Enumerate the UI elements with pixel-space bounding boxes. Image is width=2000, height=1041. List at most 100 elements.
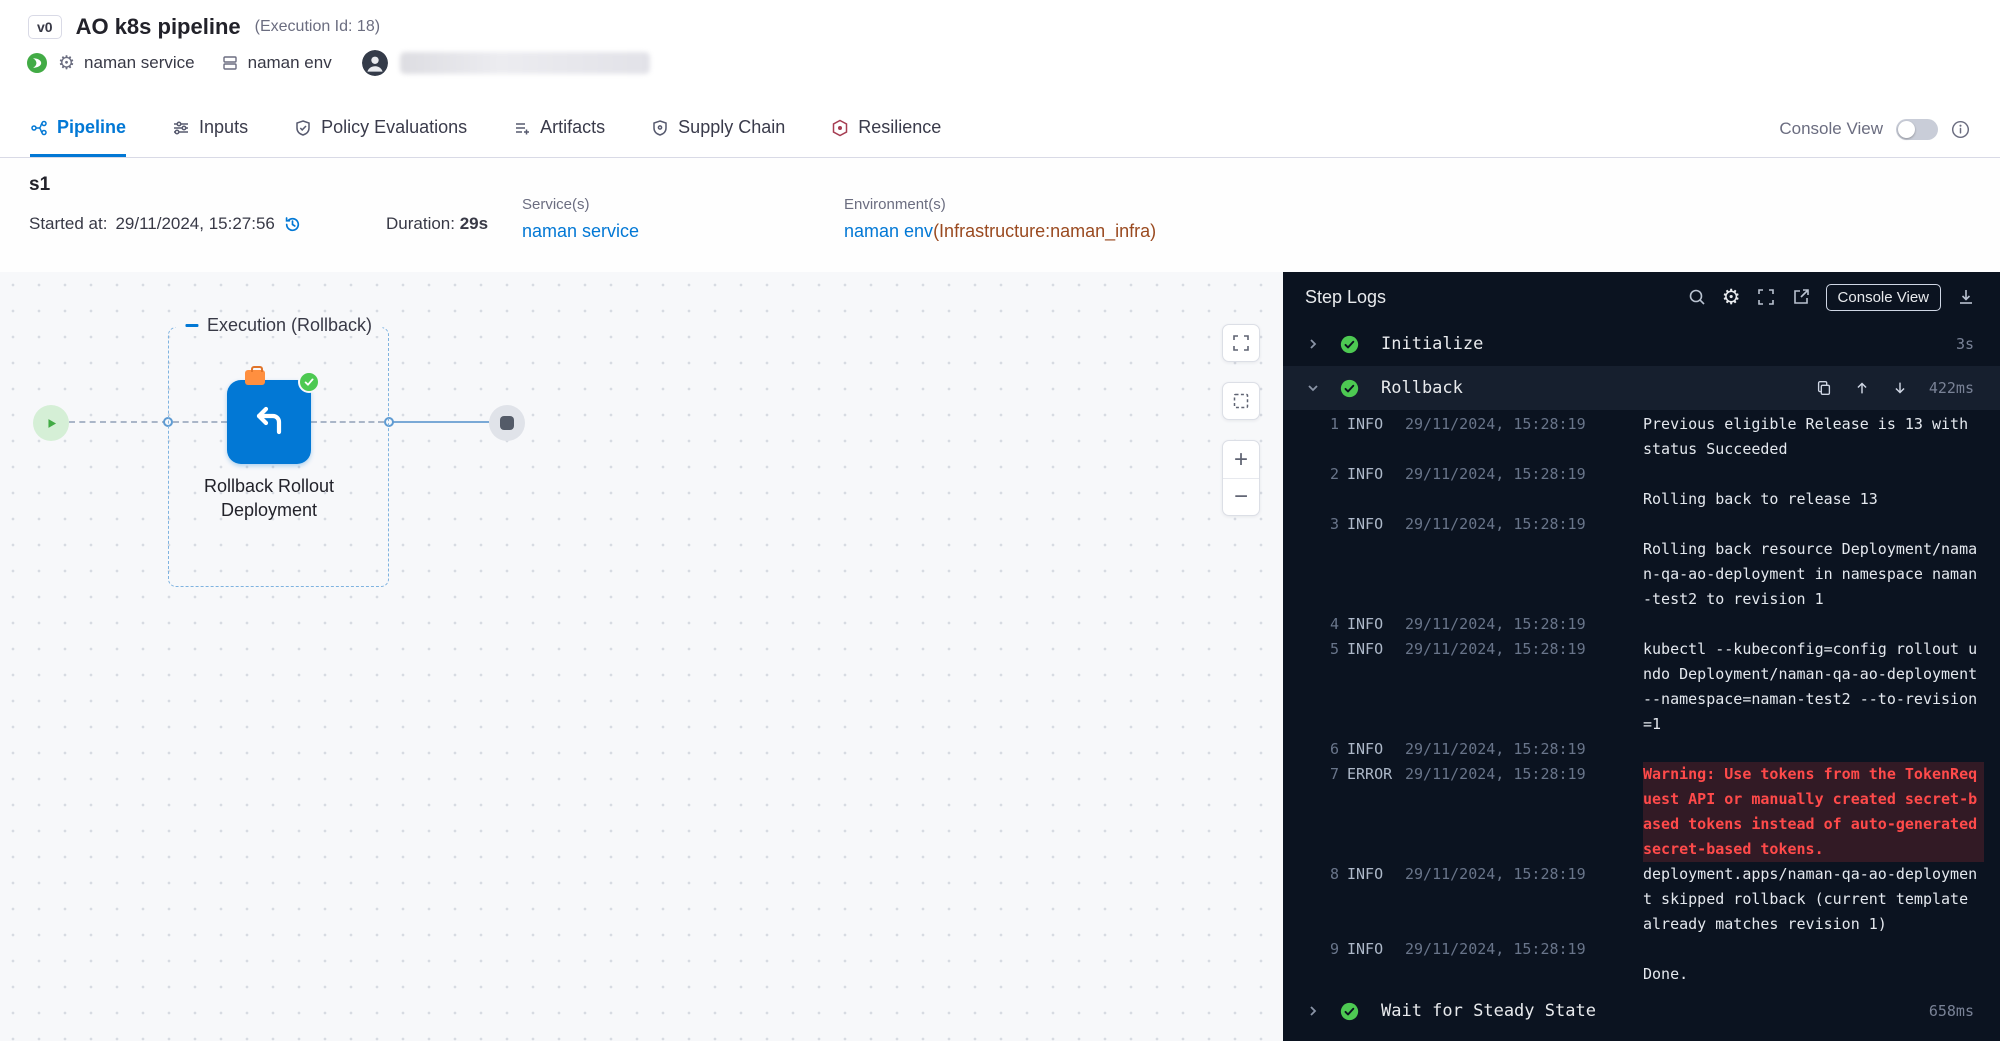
tab-label: Pipeline: [57, 117, 126, 138]
pipeline-icon: [30, 119, 48, 137]
duration-value: 29s: [460, 214, 488, 233]
tab-label: Policy Evaluations: [321, 117, 467, 138]
pipeline-settings-gear-icon[interactable]: ⚙: [58, 54, 75, 73]
environment-name: naman env: [248, 53, 332, 73]
log-message: Warning: Use tokens from the TokenReques…: [1643, 762, 1984, 862]
canvas-fullscreen-button[interactable]: [1222, 324, 1260, 362]
log-timestamp: 29/11/2024, 15:28:19: [1405, 862, 1635, 887]
zoom-out-button[interactable]: −: [1223, 478, 1259, 515]
chevron-down-icon[interactable]: [1305, 380, 1325, 396]
tab-label: Artifacts: [540, 117, 605, 138]
log-timestamp: 29/11/2024, 15:28:19: [1405, 512, 1635, 537]
log-line: 5INFO29/11/2024, 15:28:19kubectl --kubec…: [1283, 637, 2000, 737]
tab-label: Inputs: [199, 117, 248, 138]
collapse-group-icon[interactable]: [185, 324, 198, 327]
toggle-knob: [1898, 121, 1915, 138]
tab-artifacts[interactable]: Artifacts: [513, 101, 605, 157]
info-icon[interactable]: [1951, 120, 1970, 139]
step-label[interactable]: Rollback Rollout Deployment: [159, 474, 379, 523]
log-timestamp: 29/11/2024, 15:28:19: [1405, 612, 1635, 637]
section-duration: 3s: [1956, 335, 1974, 353]
log-level: INFO: [1347, 412, 1397, 437]
log-message: Rolling back resource Deployment/naman-q…: [1643, 512, 1984, 612]
log-settings-gear-icon[interactable]: ⚙: [1722, 287, 1741, 308]
connector-start-to-group: [69, 421, 168, 423]
environment-infra: (Infrastructure:naman_infra): [933, 221, 1156, 241]
log-line: 9INFO29/11/2024, 15:28:19 Done.: [1283, 937, 2000, 987]
section-name: Wait for Steady State: [1381, 1001, 1596, 1021]
success-check-icon: [1340, 379, 1359, 398]
console-view-toggle[interactable]: [1896, 119, 1938, 140]
history-icon[interactable]: [283, 215, 302, 234]
log-line-error: 7ERROR29/11/2024, 15:28:19Warning: Use t…: [1283, 762, 2000, 862]
log-message: Previous eligible Release is 13 with sta…: [1643, 412, 1984, 462]
log-line: 6INFO29/11/2024, 15:28:19: [1283, 737, 2000, 762]
services-label: Service(s): [522, 196, 639, 213]
duration: Duration: 29s: [386, 214, 488, 234]
user-avatar[interactable]: [362, 50, 388, 76]
log-section-wait-for-steady-state[interactable]: Wait for Steady State 658ms: [1283, 989, 2000, 1033]
log-section-rollback[interactable]: Rollback 422ms: [1283, 366, 2000, 410]
pipeline-canvas[interactable]: Execution (Rollback) Rollback Rollout De…: [0, 272, 1283, 1041]
log-message: Done.: [1643, 937, 1984, 987]
stage-info-bar: s1 Started at: 29/11/2024, 15:27:56 Dura…: [0, 158, 2000, 272]
environment-link[interactable]: naman env: [844, 221, 933, 241]
chevron-right-icon[interactable]: [1305, 1003, 1325, 1019]
open-in-new-icon[interactable]: [1791, 287, 1811, 307]
tab-inputs[interactable]: Inputs: [172, 101, 248, 157]
log-timestamp: 29/11/2024, 15:28:19: [1405, 412, 1635, 437]
tab-resilience[interactable]: Resilience: [831, 101, 941, 157]
policy-evaluations-icon: [294, 119, 312, 137]
tab-policy-evaluations[interactable]: Policy Evaluations: [294, 101, 467, 157]
zoom-controls: + −: [1222, 440, 1260, 516]
tab-pipeline[interactable]: Pipeline: [30, 101, 126, 157]
stage-name: s1: [29, 174, 50, 196]
section-name: Rollback: [1381, 378, 1463, 398]
rollback-arrow-icon: [245, 398, 293, 446]
download-logs-icon[interactable]: [1956, 287, 1976, 307]
pipeline-execution-page: v0 AO k8s pipeline (Execution Id: 18) ⚙ …: [0, 0, 2000, 1041]
log-line-number: 8: [1321, 862, 1339, 887]
canvas-marquee-select-button[interactable]: [1222, 382, 1260, 420]
console-view-button[interactable]: Console View: [1826, 284, 1941, 311]
step-logs-panel: Step Logs ⚙ Console View Ini: [1283, 272, 2000, 1041]
log-line: 1INFO29/11/2024, 15:28:19Previous eligib…: [1283, 412, 2000, 462]
log-line-number: 9: [1321, 937, 1339, 962]
rollback-step-node[interactable]: [227, 380, 311, 464]
log-panel-header: Step Logs ⚙ Console View: [1283, 272, 2000, 322]
log-timestamp: 29/11/2024, 15:28:19: [1405, 737, 1635, 762]
log-line: 8INFO29/11/2024, 15:28:19deployment.apps…: [1283, 862, 2000, 937]
marquee-select-icon: [1231, 391, 1251, 411]
page-title: AO k8s pipeline: [76, 14, 241, 40]
log-timestamp: 29/11/2024, 15:28:19: [1405, 637, 1635, 662]
log-line: 2INFO29/11/2024, 15:28:19 Rolling back t…: [1283, 462, 2000, 512]
supply-chain-icon: [651, 119, 669, 137]
copy-logs-icon[interactable]: [1815, 379, 1833, 397]
log-fullscreen-icon[interactable]: [1756, 287, 1776, 307]
connector-group-to-end: [389, 421, 489, 423]
start-node: [33, 405, 69, 441]
log-level: INFO: [1347, 862, 1397, 887]
log-section-initialize[interactable]: Initialize 3s: [1283, 322, 2000, 366]
log-line: 3INFO29/11/2024, 15:28:19 Rolling back r…: [1283, 512, 2000, 612]
log-line-number: 7: [1321, 762, 1339, 787]
scroll-to-bottom-icon[interactable]: [1891, 379, 1909, 397]
service-link[interactable]: naman service: [522, 221, 639, 242]
tab-supply-chain[interactable]: Supply Chain: [651, 101, 785, 157]
end-node: [489, 405, 525, 441]
section-duration: 422ms: [1929, 379, 1974, 397]
tab-label: Resilience: [858, 117, 941, 138]
log-level: INFO: [1347, 612, 1397, 637]
execution-id: (Execution Id: 18): [255, 18, 380, 36]
log-search-icon[interactable]: [1687, 287, 1707, 307]
scroll-to-top-icon[interactable]: [1853, 379, 1871, 397]
chevron-right-icon[interactable]: [1305, 336, 1325, 352]
section-name: Initialize: [1381, 334, 1483, 354]
duration-label: Duration:: [386, 214, 455, 233]
header: v0 AO k8s pipeline (Execution Id: 18) ⚙ …: [0, 0, 2000, 101]
success-check-icon: [1340, 335, 1359, 354]
zoom-in-button[interactable]: +: [1223, 441, 1259, 478]
tabbar-right: Console View: [1779, 101, 1970, 157]
log-level: INFO: [1347, 637, 1397, 662]
log-line: 4INFO29/11/2024, 15:28:19: [1283, 612, 2000, 637]
